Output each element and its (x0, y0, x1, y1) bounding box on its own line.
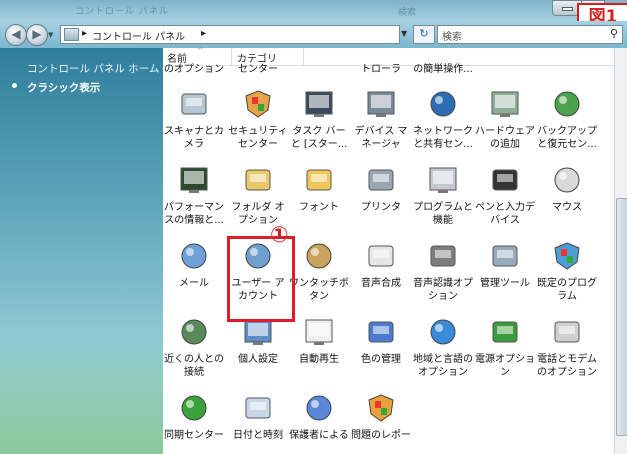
control-panel-item-label[interactable]: 電話とモデム のオプション (534, 353, 600, 379)
control-panel-item-label[interactable]: ペンと入力デ バイス (472, 201, 538, 227)
breadcrumb-control-panel[interactable]: コントロール パネル (92, 28, 185, 43)
control-panel-item-label[interactable]: プログラムと 機能 (410, 201, 476, 227)
control-panel-item-icon[interactable] (241, 392, 275, 424)
control-panel-item-icon[interactable] (302, 164, 336, 196)
control-panel-item-icon[interactable] (426, 88, 460, 120)
control-panel-item-icon[interactable] (177, 316, 211, 348)
control-panel-item-icon[interactable] (302, 88, 336, 120)
control-panel-item-label[interactable]: メール (161, 277, 227, 290)
control-panel-item-icon[interactable] (241, 88, 275, 120)
control-panel-item-label[interactable]: 同期センター (161, 429, 227, 442)
control-panel-item-icon[interactable] (426, 164, 460, 196)
search-icon[interactable]: ⚲ (610, 27, 618, 40)
control-panel-item-label[interactable]: ネットワーク と共有セン... (410, 125, 476, 151)
control-panel-item-label[interactable]: 管理ツール (472, 277, 538, 290)
control-panel-item-label[interactable]: 色の管理 (348, 353, 414, 366)
control-panel-item-label[interactable]: デバイス マ ネージャ (348, 125, 414, 151)
control-panel-item-label[interactable]: 日付と時刻 (225, 429, 291, 442)
control-panel-item-icon[interactable] (302, 392, 336, 424)
control-panel-item-icon[interactable] (550, 240, 584, 272)
control-panel-item-label[interactable]: フォント (286, 201, 352, 214)
address-dropdown-icon[interactable]: ▼ (401, 29, 407, 38)
control-panel-icon (64, 28, 79, 41)
list-item-label[interactable]: のオプション (161, 63, 227, 76)
vertical-scrollbar[interactable] (614, 48, 627, 454)
refresh-icon: ↻ (419, 27, 429, 40)
control-panel-item-label[interactable]: パフォーマン スの情報と... (161, 201, 227, 227)
control-panel-item-label[interactable]: バックアップ と復元セン... (534, 125, 600, 151)
control-panel-item-icon[interactable] (550, 88, 584, 120)
control-panel-item-label[interactable]: 近くの人との 接続 (161, 353, 227, 379)
highlight-box (227, 236, 295, 322)
minimize-icon (562, 7, 573, 11)
forward-button[interactable]: ▶ (26, 24, 48, 46)
history-dropdown-icon[interactable]: ▼ (48, 31, 53, 39)
control-panel-item-icon[interactable] (488, 316, 522, 348)
control-panel-item-label[interactable]: スキャナとカ メラ (161, 125, 227, 151)
breadcrumb-separator[interactable]: ▸ (82, 28, 87, 39)
control-panel-item-label[interactable]: マウス (534, 201, 600, 214)
control-panel-item-label[interactable]: 音声認識オプ ション (410, 277, 476, 303)
list-item-label[interactable]: センター (225, 63, 291, 76)
column-divider[interactable] (303, 48, 304, 65)
control-panel-item-icon[interactable] (488, 164, 522, 196)
control-panel-item-icon[interactable] (550, 164, 584, 196)
control-panel-item-icon[interactable] (177, 392, 211, 424)
window-search-ghost: 検索 (398, 8, 417, 18)
control-panel-item-label[interactable]: 個人設定 (225, 353, 291, 366)
control-panel-home-link[interactable]: コントロール パネル ホーム (27, 61, 159, 76)
control-panel-item-label[interactable]: 既定のプログ ラム (534, 277, 600, 303)
control-panel-item-icon[interactable] (241, 164, 275, 196)
control-panel-item-icon[interactable] (426, 316, 460, 348)
control-panel-item-icon[interactable] (302, 316, 336, 348)
navigation-bar: ◀ ▶ ▼ ▸ コントロール パネル ▸ ▼ ↻ 検索 ⚲ (0, 21, 627, 48)
breadcrumb-separator[interactable]: ▸ (201, 28, 206, 39)
list-item-label[interactable]: の簡単操作... (410, 63, 476, 76)
control-panel-item-icon[interactable] (364, 164, 398, 196)
control-panel-item-label[interactable]: 自動再生 (286, 353, 352, 366)
control-panel-item-label[interactable]: ハードウェア の追加 (472, 125, 538, 151)
control-panel-item-icon[interactable] (177, 164, 211, 196)
control-panel-item-icon[interactable] (488, 88, 522, 120)
control-panel-item-icon[interactable] (364, 240, 398, 272)
control-panel-item-icon[interactable] (488, 240, 522, 272)
control-panel-item-icon[interactable] (302, 240, 336, 272)
control-panel-item-label[interactable]: 地域と言語の オプション (410, 353, 476, 379)
control-panel-item-label[interactable]: プリンタ (348, 201, 414, 214)
classic-view-link[interactable]: クラシック表示 (27, 80, 100, 95)
control-panel-item-label[interactable]: 保護者による (286, 429, 352, 442)
search-input[interactable]: 検索 ⚲ (437, 25, 623, 44)
window-title-bar: コントロール パネル 検索 (0, 0, 627, 22)
scrollbar-thumb[interactable] (616, 198, 627, 436)
refresh-button[interactable]: ↻ (413, 25, 435, 44)
list-item-label[interactable]: トローラ (348, 63, 414, 76)
window-title: コントロール パネル (75, 7, 169, 17)
control-panel-item-icon[interactable] (426, 240, 460, 272)
back-button[interactable]: ◀ (5, 24, 27, 46)
sort-up-icon: ^ (197, 46, 204, 55)
control-panel-item-label[interactable]: タスク バー と [スター... (286, 125, 352, 151)
control-panel-item-icon[interactable] (364, 392, 398, 424)
task-pane-gradient (0, 334, 163, 454)
bullet-icon (12, 83, 17, 88)
control-panel-item-icon[interactable] (364, 88, 398, 120)
control-panel-item-label[interactable]: セキュリティ センター (225, 125, 291, 151)
control-panel-item-label[interactable]: 電源オプショ ン (472, 353, 538, 379)
forward-arrow-icon: ▶ (32, 27, 42, 41)
control-panel-item-icon[interactable] (177, 240, 211, 272)
task-pane: コントロール パネル ホーム クラシック表示 (0, 48, 163, 454)
control-panel-item-icon[interactable] (364, 316, 398, 348)
control-panel-item-label[interactable]: 問題のレポー (348, 429, 414, 442)
control-panel-item-label[interactable]: 音声合成 (348, 277, 414, 290)
control-panel-item-icon[interactable] (177, 88, 211, 120)
annotation-marker: ① (270, 223, 289, 248)
control-panel-item-icon[interactable] (550, 316, 584, 348)
control-panel-item-label[interactable]: ワンタッチボ タン (286, 277, 352, 303)
back-arrow-icon: ◀ (11, 27, 21, 41)
search-placeholder: 検索 (442, 32, 462, 43)
address-bar[interactable]: ▸ コントロール パネル ▸ ▼ (60, 25, 407, 44)
